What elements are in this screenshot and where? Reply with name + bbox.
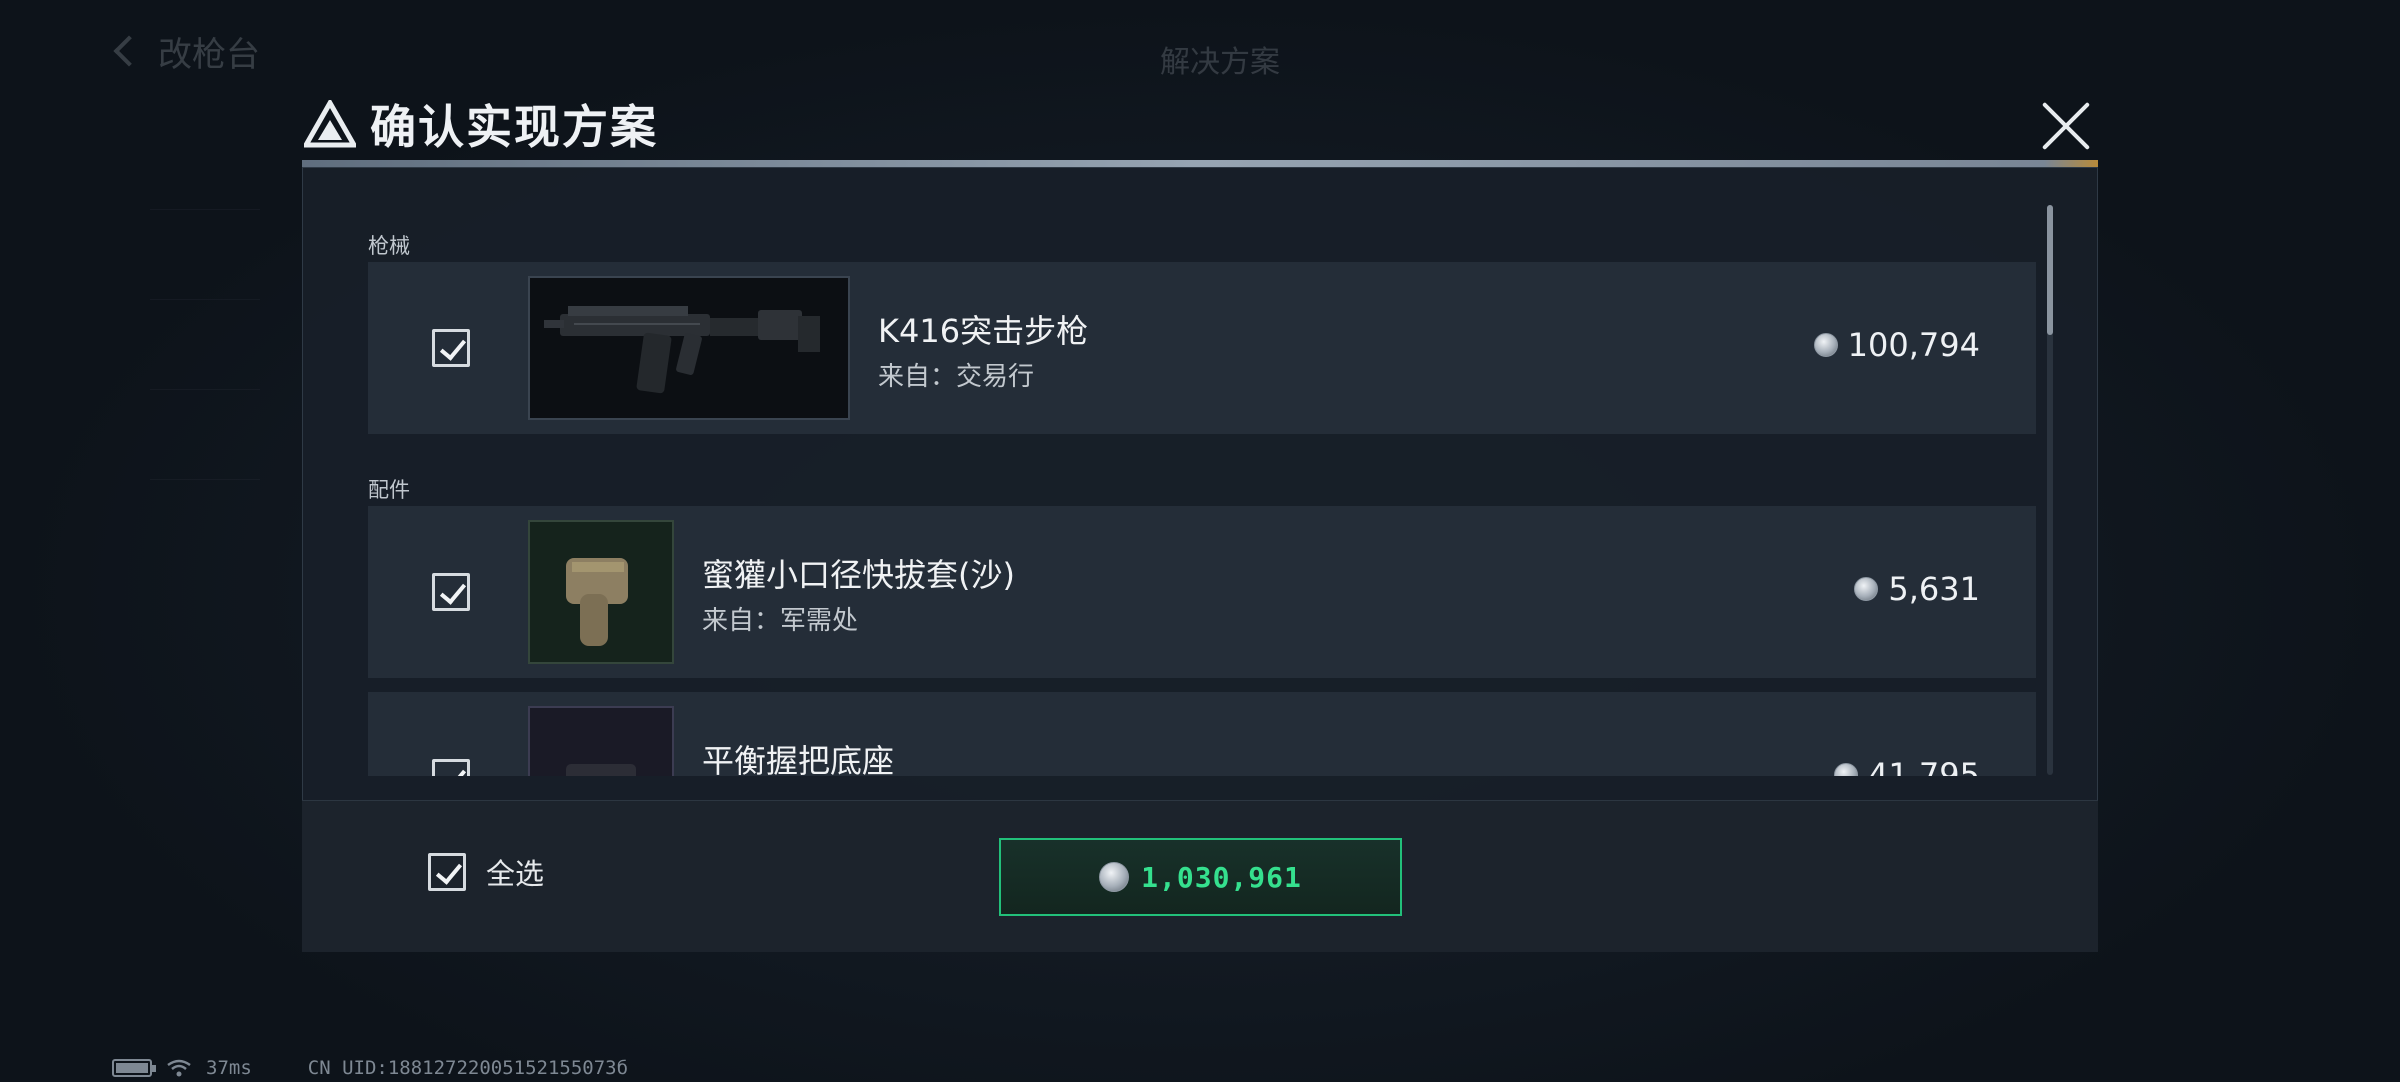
item-name: 平衡握把底座 bbox=[702, 742, 895, 776]
coin-icon bbox=[1834, 763, 1859, 776]
item-checkbox[interactable] bbox=[432, 759, 470, 776]
section-label-weapons: 枪械 bbox=[368, 234, 410, 258]
close-button[interactable] bbox=[2040, 100, 2092, 152]
dialog-title-divider bbox=[302, 160, 2098, 167]
list-item[interactable]: K416突击步枪 来自：交易行 100,794 bbox=[368, 262, 2036, 434]
background-header-label: 解决方案 bbox=[1160, 45, 1280, 80]
status-bar: 37ms CN UID:18812722005152155073б bbox=[112, 1056, 628, 1080]
list-item[interactable]: 平衡握把底座 41,795 bbox=[368, 692, 2036, 776]
select-all-label: 全选 bbox=[486, 857, 545, 891]
item-name: K416突击步枪 bbox=[878, 312, 1089, 350]
item-price: 100,794 bbox=[1813, 326, 1980, 364]
list-item[interactable]: 蜜獾小口径快拔套(沙) 来自：军需处 5,631 bbox=[368, 506, 2036, 678]
item-checkbox[interactable] bbox=[432, 329, 470, 367]
item-list[interactable]: 枪械 K416突击步枪 来自：交易行 100,794 配件 蜜獾小口径快拔套(沙… bbox=[302, 190, 2098, 776]
item-checkbox[interactable] bbox=[432, 573, 470, 611]
warning-triangle-icon bbox=[304, 100, 356, 148]
user-uid: CN UID:18812722005152155073б bbox=[307, 1057, 629, 1079]
dialog-header: 确认实现方案 bbox=[304, 92, 2096, 156]
chevron-left-icon bbox=[113, 35, 145, 67]
item-price-value: 41,795 bbox=[1868, 756, 1980, 776]
item-name: 蜜獾小口径快拔套(沙) bbox=[702, 556, 1015, 594]
item-price-value: 100,794 bbox=[1847, 326, 1980, 364]
ping-value: 37ms bbox=[206, 1057, 252, 1079]
item-source: 来自：军需处 bbox=[702, 606, 859, 636]
battery-icon bbox=[112, 1059, 156, 1077]
coin-icon bbox=[1813, 333, 1838, 357]
coin-icon bbox=[1854, 577, 1879, 601]
muzzle-device-icon bbox=[566, 558, 628, 646]
rifle-icon bbox=[544, 306, 820, 394]
rifle-image bbox=[528, 276, 850, 420]
grip-mount-icon bbox=[566, 764, 636, 776]
background-back-button: 改枪台 bbox=[113, 28, 260, 75]
total-price-value: 1,030,961 bbox=[1141, 860, 1302, 894]
section-label-accessories: 配件 bbox=[368, 478, 410, 502]
item-price: 5,631 bbox=[1854, 570, 1980, 608]
select-all-control[interactable]: 全选 bbox=[428, 853, 544, 891]
muzzle-device-image bbox=[528, 520, 674, 664]
grip-mount-image bbox=[528, 706, 674, 776]
list-scrollbar[interactable] bbox=[2047, 205, 2053, 775]
wifi-icon bbox=[166, 1059, 192, 1077]
coin-icon bbox=[1099, 862, 1130, 892]
select-all-checkbox[interactable] bbox=[428, 853, 466, 891]
dialog-title: 确认实现方案 bbox=[370, 100, 658, 154]
confirm-total-button[interactable]: 1,030,961 bbox=[999, 838, 1402, 916]
background-back-label: 改枪台 bbox=[158, 34, 260, 75]
scrollbar-thumb[interactable] bbox=[2047, 205, 2053, 335]
item-price-value: 5,631 bbox=[1888, 570, 1980, 608]
background-sidebar bbox=[150, 120, 260, 480]
item-source: 来自：交易行 bbox=[878, 362, 1035, 392]
background-header: 解决方案 bbox=[1160, 36, 1280, 82]
item-price: 41,795 bbox=[1834, 756, 1980, 776]
